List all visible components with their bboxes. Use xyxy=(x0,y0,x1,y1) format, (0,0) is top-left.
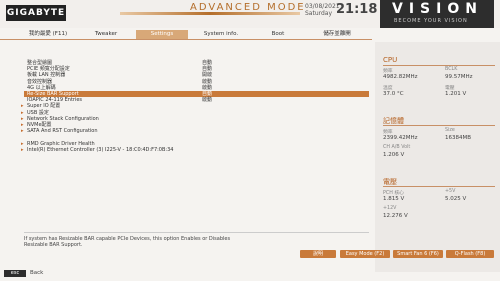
help-line-2: Resizable BAR Support. xyxy=(24,242,83,248)
mem-size-label: Size xyxy=(445,128,455,133)
tab-system-info[interactable]: System info. xyxy=(196,30,246,39)
menu-item-intel-ethernet[interactable]: ▸ Intel(R) Ethernet Controller (3) I225-V… xyxy=(21,146,369,153)
vision-logo: VISION BECOME YOUR VISION xyxy=(380,0,494,28)
menu-label: SATA And RST Configuration xyxy=(27,128,98,135)
cpu-freq-label: 頻率 xyxy=(383,69,393,74)
tab-settings[interactable]: Settings xyxy=(136,30,188,39)
v12-label: +12V xyxy=(383,206,397,211)
clock: 21:18 xyxy=(336,2,378,17)
date-text: 03/08/2021 xyxy=(305,3,340,10)
cpu-divider xyxy=(383,65,495,66)
tab-divider xyxy=(0,39,372,40)
pch-value: 1.815 V xyxy=(383,196,405,202)
hardware-monitor: CPU 頻率 BCLK 4982.82MHz 99.57MHz 溫度 電壓 37… xyxy=(375,42,500,272)
tab-save-exit[interactable]: 儲存並離開 xyxy=(312,30,362,39)
mem-freq-label: 頻率 xyxy=(383,130,393,135)
date-display: 03/08/2021 Saturday xyxy=(305,3,340,17)
cpu-temp-label: 溫度 xyxy=(383,86,393,91)
tab-tweaker[interactable]: Tweaker xyxy=(84,30,128,39)
v5-value: 5.025 V xyxy=(445,196,467,202)
v12-value: 12.276 V xyxy=(383,213,408,219)
cpu-freq-value: 4982.82MHz xyxy=(383,74,418,80)
pch-label: PCH 核心 xyxy=(383,191,404,196)
help-text: If system has Resizable BAR capable PCIe… xyxy=(24,236,324,248)
menu-item-sata-rst[interactable]: ▸ SATA And RST Configuration xyxy=(21,128,369,135)
tab-boot[interactable]: Boot xyxy=(260,30,296,39)
help-divider xyxy=(24,232,369,233)
tab-favorites[interactable]: 我的最愛 (F11) xyxy=(22,30,74,39)
memory-divider xyxy=(383,125,495,126)
vision-logo-tagline: BECOME YOUR VISION xyxy=(394,18,468,24)
back-button[interactable]: Back xyxy=(30,270,43,277)
cpu-temp-value: 37.0 °C xyxy=(383,91,404,97)
vision-logo-text: VISION xyxy=(392,1,483,17)
menu-label: Intel(R) Ethernet Controller (3) I225-V … xyxy=(27,146,174,153)
brand-logo: GIGABYTE xyxy=(6,5,66,21)
top-bar: GIGABYTE ADVANCED MODE 03/08/2021 Saturd… xyxy=(0,0,500,28)
mem-chv-label: CH A/B Volt xyxy=(383,145,411,150)
submenu-arrow-icon: ▸ xyxy=(21,128,24,135)
mem-size-value: 16384MB xyxy=(445,135,472,141)
esc-key-icon[interactable]: esc xyxy=(4,270,26,277)
v5-label: +5V xyxy=(445,189,456,194)
mode-underline xyxy=(120,12,300,15)
cpu-volt-label: 電壓 xyxy=(445,86,455,91)
cpu-bclk-value: 99.57MHz xyxy=(445,74,473,80)
mem-chv-value: 1.206 V xyxy=(383,152,405,158)
cpu-bclk-label: BCLK xyxy=(445,67,458,72)
easy-mode-button[interactable]: Easy Mode (F2) xyxy=(340,250,390,258)
q-flash-button[interactable]: Q-Flash (F8) xyxy=(446,250,494,258)
help-button[interactable]: 說明 xyxy=(300,250,336,258)
submenu-arrow-icon: ▸ xyxy=(21,146,24,153)
voltage-divider xyxy=(383,186,495,187)
cpu-title: CPU xyxy=(383,56,398,64)
cpu-volt-value: 1.201 V xyxy=(445,91,467,97)
smart-fan-button[interactable]: Smart Fan 6 (F6) xyxy=(393,250,443,258)
day-text: Saturday xyxy=(305,10,333,17)
mem-freq-value: 2399.42MHz xyxy=(383,135,418,141)
